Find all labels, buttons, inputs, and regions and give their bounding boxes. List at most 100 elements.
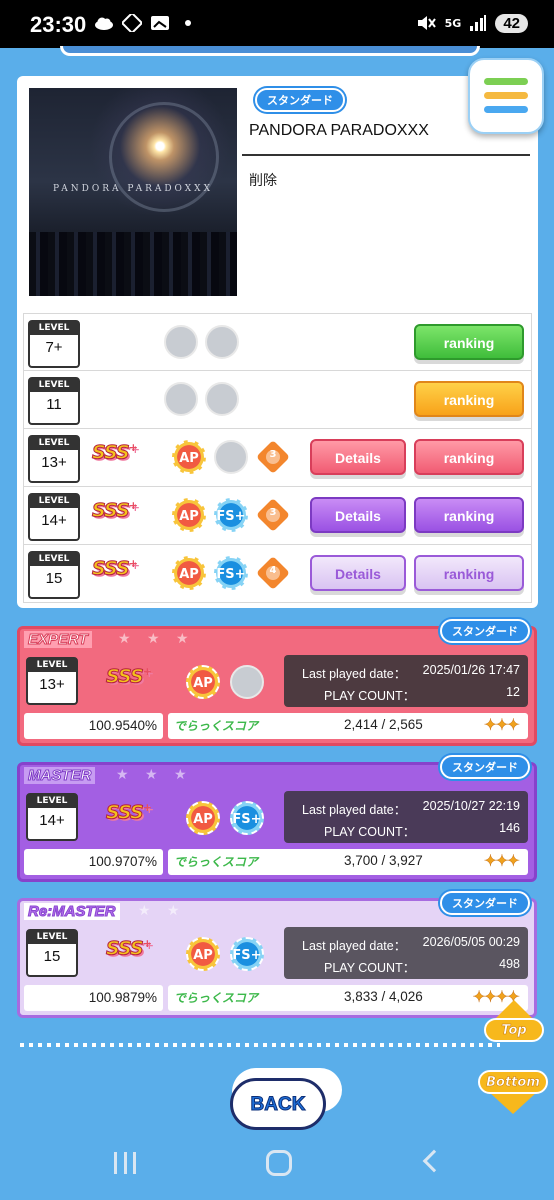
jacket-city xyxy=(29,232,237,296)
level-row-master: LEVEL 14+ SSS+ AP FS+ 3 Details ranking xyxy=(23,487,532,545)
home-icon[interactable] xyxy=(266,1150,292,1176)
difficulty-label: EXPERT xyxy=(24,631,92,649)
fs-badge: FS+ xyxy=(230,937,264,971)
level-box: LEVEL 15 xyxy=(26,929,78,977)
top-rail xyxy=(60,46,480,56)
dx-stars: ✦✦✦ xyxy=(483,715,521,735)
details-button[interactable]: Details xyxy=(310,555,406,591)
fs-badge: FS+ xyxy=(230,801,264,835)
play-count: 12 xyxy=(506,685,520,699)
level-value: 15 xyxy=(45,570,63,587)
level-value: 14+ xyxy=(41,512,67,529)
details-button[interactable]: Details xyxy=(310,497,406,533)
last-played-date: 2025/01/26 17:47 xyxy=(422,663,520,677)
level-box: LEVEL 14+ xyxy=(26,793,78,841)
rank-sss-plus: SSS+ xyxy=(106,801,152,824)
level-caption: LEVEL xyxy=(30,322,78,335)
level-value: 15 xyxy=(43,948,61,965)
last-played-date: 2025/10/27 22:19 xyxy=(422,799,520,813)
empty-fs-slot xyxy=(230,665,264,699)
dx-score-value: 2,414 / 2,565 xyxy=(344,717,423,732)
expert-card[interactable]: EXPERT ★ ★ ★ スタンダード LEVEL 13+ SSS+ AP Las… xyxy=(17,619,537,746)
level-row-advanced: LEVEL 11 ranking xyxy=(23,371,532,429)
level-value: 7+ xyxy=(45,339,63,356)
ranking-button[interactable]: ranking xyxy=(414,497,524,533)
remaster-card[interactable]: Re:MASTER ★ ★ スタンダード LEVEL 15 SSS+ AP FS+… xyxy=(17,891,537,1018)
dx-score-bar: でらっくスコア 2,414 / 2,565 ✦✦✦ xyxy=(168,713,528,739)
rank-plus: + xyxy=(142,937,152,950)
achievement-rate: 100.9707% xyxy=(24,849,163,875)
level-box: LEVEL 13+ xyxy=(26,657,78,705)
scroll-bottom-button[interactable]: Bottom xyxy=(478,1068,548,1116)
standard-tag: スタンダード xyxy=(440,755,530,779)
dx-score-value: 3,700 / 3,927 xyxy=(344,853,423,868)
recent-apps-icon[interactable] xyxy=(114,1152,136,1174)
ap-badge: AP xyxy=(186,665,220,699)
empty-badge-slot xyxy=(205,325,239,359)
dot-icon xyxy=(185,20,191,26)
level-box: LEVEL 11 xyxy=(28,377,80,425)
ap-badge: AP xyxy=(186,937,220,971)
rank-sss-plus: SSS+ xyxy=(106,937,152,960)
dx-score-label: でらっくスコア xyxy=(174,855,259,869)
level-table: LEVEL 7+ ranking LEVEL 11 ranking LEVEL 13+… xyxy=(23,313,532,603)
rank-text: SSS xyxy=(92,499,131,522)
details-button[interactable]: Details xyxy=(310,439,406,475)
rank-text: SSS xyxy=(92,441,131,464)
level-row-expert: LEVEL 13+ SSS+ AP 3 Details ranking xyxy=(23,429,532,487)
rank-sss-plus: SSS+ xyxy=(92,557,138,580)
menu-button[interactable] xyxy=(468,58,544,134)
dx-star-medal: 4 xyxy=(256,556,290,590)
last-played-label: Last played date： xyxy=(302,939,407,953)
ap-badge: AP xyxy=(172,556,206,590)
difficulty-stars: ★ ★ xyxy=(138,903,186,919)
back-button[interactable]: BACK xyxy=(230,1068,326,1130)
rank-plus: + xyxy=(142,801,152,814)
fs-badge: FS+ xyxy=(214,498,248,532)
ranking-button[interactable]: ranking xyxy=(414,381,524,417)
status-right: 5G 42 xyxy=(415,13,528,33)
scroll-top-button[interactable]: Top xyxy=(484,1000,544,1056)
rank-text: SSS xyxy=(92,557,131,580)
play-count: 146 xyxy=(499,821,520,835)
achievement-rate: 100.9879% xyxy=(24,985,163,1011)
empty-badge-slot xyxy=(205,382,239,416)
level-box: LEVEL 14+ xyxy=(28,493,80,541)
rank-plus: + xyxy=(128,441,138,454)
back-arrow-icon[interactable] xyxy=(422,1149,446,1173)
difficulty-label: MASTER xyxy=(24,767,96,785)
ap-badge: AP xyxy=(172,440,206,474)
top-label: Top xyxy=(484,1018,544,1042)
medal-count: 3 xyxy=(269,507,277,518)
master-card[interactable]: MASTER ★ ★ ★ スタンダード LEVEL 14+ SSS+ AP FS+… xyxy=(17,755,537,882)
dx-score-value: 3,833 / 4,026 xyxy=(344,989,423,1004)
status-time: 23:30 xyxy=(30,12,87,37)
level-caption: LEVEL xyxy=(30,495,78,508)
rank-plus: + xyxy=(128,557,138,570)
achievement-rate: 100.9540% xyxy=(24,713,163,739)
delete-link[interactable]: 削除 xyxy=(249,170,277,190)
rank-plus: + xyxy=(142,665,152,678)
song-jacket: PANDORA PARADOXXX xyxy=(29,88,237,296)
ranking-button[interactable]: ranking xyxy=(414,555,524,591)
dx-score-label: でらっくスコア xyxy=(174,991,259,1005)
notification-icons xyxy=(94,14,198,32)
fs-badge: FS+ xyxy=(214,556,248,590)
ranking-button[interactable]: ranking xyxy=(414,439,524,475)
ranking-button[interactable]: ranking xyxy=(414,324,524,360)
medal-count: 3 xyxy=(269,449,277,460)
song-title: PANDORA PARADOXXX xyxy=(249,122,429,139)
menu-bar-orange xyxy=(484,92,528,99)
level-caption: LEVEL xyxy=(30,553,78,566)
network-label: 5G xyxy=(444,16,462,30)
dx-star-medal: 3 xyxy=(256,440,290,474)
image-icon xyxy=(151,16,169,30)
play-count: 498 xyxy=(499,957,520,971)
rank-text: SSS xyxy=(106,937,145,960)
level-caption: LEVEL xyxy=(28,659,76,672)
menu-bar-green xyxy=(484,78,528,85)
jacket-title: PANDORA PARADOXXX xyxy=(53,184,213,194)
song-panel: PANDORA PARADOXXX スタンダード PANDORA PARADOX… xyxy=(17,76,538,608)
level-value: 13+ xyxy=(39,676,65,693)
rank-text: SSS xyxy=(106,665,145,688)
